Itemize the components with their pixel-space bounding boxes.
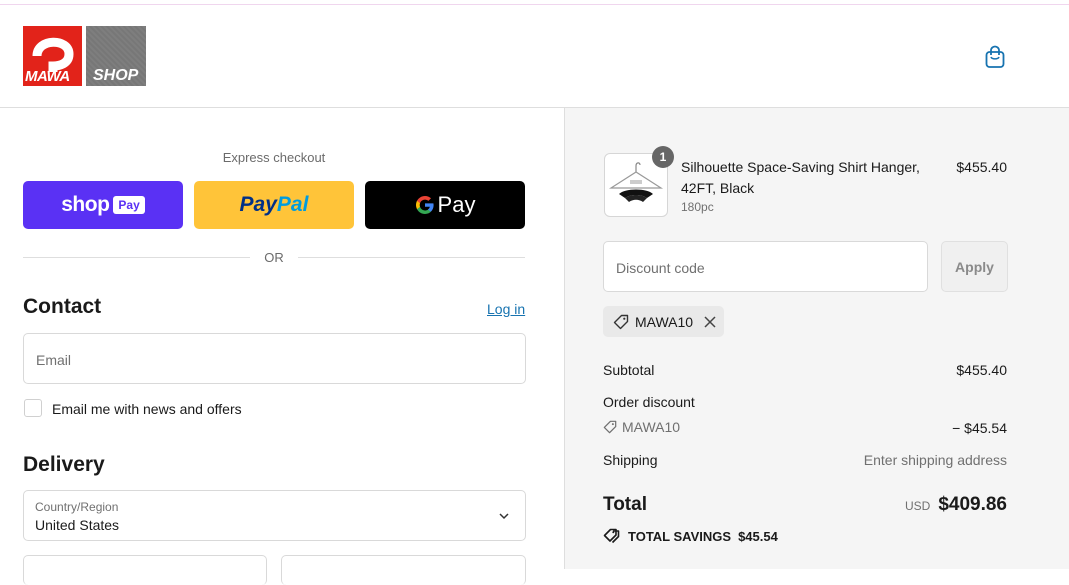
tag-icon xyxy=(613,314,629,329)
checkout-form: Express checkout shop Pay Pay Pal Pay OR … xyxy=(0,108,564,585)
last-name-field[interactable] xyxy=(281,555,526,585)
email-placeholder: Email xyxy=(36,352,72,368)
delivery-heading: Delivery xyxy=(23,453,105,476)
paypal-word-pal: Pal xyxy=(276,193,309,216)
shop-pay-word: shop xyxy=(61,193,110,216)
site-header: MAWA SHOP xyxy=(0,5,1069,108)
discount-code-input[interactable]: Discount code xyxy=(603,241,928,292)
mawa-logo-mark: MAWA xyxy=(23,26,82,86)
shop-pay-badge: Pay xyxy=(113,196,145,214)
google-g-icon xyxy=(415,196,434,214)
product-variant: 180pc xyxy=(681,200,714,214)
subtotal-label: Subtotal xyxy=(603,362,655,378)
chevron-down-icon xyxy=(499,513,509,520)
country-region-select[interactable]: Country/Region United States xyxy=(23,490,526,541)
google-pay-word: Pay xyxy=(437,192,476,217)
or-text: OR xyxy=(264,249,284,265)
total-label: Total xyxy=(603,494,647,515)
email-field[interactable]: Email xyxy=(23,333,526,384)
shopping-bag-icon[interactable] xyxy=(984,45,1006,69)
or-divider: OR xyxy=(23,249,525,265)
savings-value: $45.54 xyxy=(738,528,778,544)
order-discount-label: Order discount xyxy=(603,394,695,410)
total-amount: USD $409.86 xyxy=(905,494,1007,516)
logo-shop-text: SHOP xyxy=(93,67,139,84)
apply-discount-button[interactable]: Apply xyxy=(941,241,1008,292)
tag-icon xyxy=(603,420,617,434)
shop-pay-button[interactable]: shop Pay xyxy=(23,181,183,229)
discount-placeholder: Discount code xyxy=(616,260,705,276)
newsletter-label: Email me with news and offers xyxy=(52,401,242,417)
subtotal-value: $455.40 xyxy=(956,362,1007,378)
country-label: Country/Region xyxy=(35,500,119,514)
discount-code-row: MAWA10 xyxy=(603,419,680,435)
mawa-shop-logo[interactable]: MAWA SHOP xyxy=(23,26,146,86)
savings-label: TOTAL SAVINGS xyxy=(628,528,732,544)
applied-discount-chip: MAWA10 xyxy=(603,306,724,337)
shop-logo-mark: SHOP xyxy=(86,26,146,86)
google-pay-button[interactable]: Pay xyxy=(365,181,525,229)
discount-value: − $45.54 xyxy=(952,420,1007,436)
order-summary: 1 Silhouette Space-Saving Shirt Hanger, … xyxy=(564,108,1069,569)
paypal-word-pay: Pay xyxy=(239,193,277,216)
applied-code-text: MAWA10 xyxy=(635,313,694,330)
express-checkout-title: Express checkout xyxy=(222,150,326,165)
newsletter-checkbox[interactable] xyxy=(24,399,42,417)
first-name-field[interactable] xyxy=(23,555,267,585)
quantity-badge: 1 xyxy=(652,146,674,168)
total-savings: TOTAL SAVINGS $45.54 xyxy=(603,528,778,544)
contact-heading: Contact xyxy=(23,295,102,318)
country-value: United States xyxy=(35,517,120,533)
total-value: $409.86 xyxy=(938,494,1007,515)
close-icon[interactable] xyxy=(703,315,717,329)
product-price: $455.40 xyxy=(956,159,1007,175)
shipping-label: Shipping xyxy=(603,452,658,468)
product-name: Silhouette Space-Saving Shirt Hanger, 42… xyxy=(681,159,920,196)
tag-icon xyxy=(603,528,620,544)
paypal-button[interactable]: Pay Pal xyxy=(194,181,354,229)
total-currency: USD xyxy=(904,499,931,513)
discount-code-text: MAWA10 xyxy=(622,419,681,435)
log-in-link[interactable]: Log in xyxy=(487,301,525,317)
shipping-value: Enter shipping address xyxy=(863,452,1007,468)
logo-mawa-text: MAWA xyxy=(25,68,70,85)
